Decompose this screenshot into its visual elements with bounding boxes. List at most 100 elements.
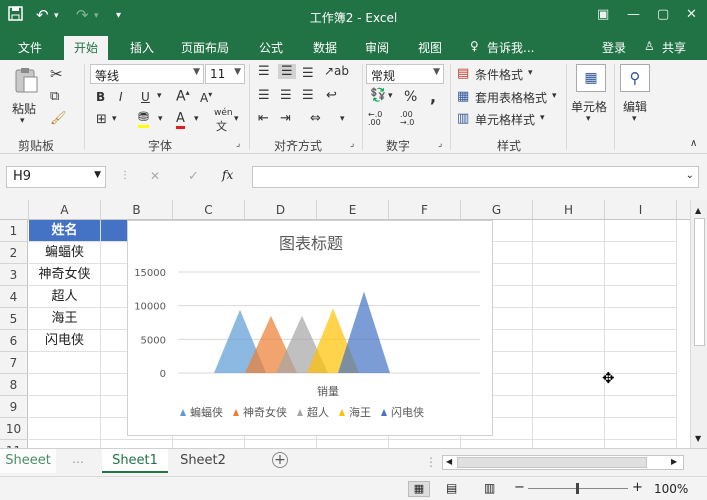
font-color-dropdown-icon[interactable]: ▾: [194, 114, 199, 124]
comma-style-button[interactable]: ,: [430, 87, 436, 106]
tab-view[interactable]: 视图: [418, 39, 442, 56]
row-header[interactable]: 8: [0, 374, 28, 396]
format-as-table-icon[interactable]: ▦: [457, 89, 469, 104]
editing-button[interactable]: 编辑: [623, 98, 647, 115]
row-header[interactable]: 5: [0, 308, 28, 330]
table-cell[interactable]: 蝙蝠侠: [29, 242, 101, 264]
add-sheet-icon[interactable]: +: [272, 452, 288, 468]
align-middle-icon[interactable]: ☰: [278, 64, 296, 79]
increase-indent-icon[interactable]: ⇥: [280, 111, 291, 126]
zoom-level[interactable]: 100%: [654, 482, 688, 496]
empty-cell[interactable]: [605, 264, 677, 286]
empty-cell[interactable]: [29, 374, 101, 396]
bold-button[interactable]: B: [96, 90, 105, 104]
copy-icon[interactable]: ⧉: [50, 89, 59, 104]
decrease-decimal-icon[interactable]: .00 →.0: [400, 111, 414, 127]
cut-icon[interactable]: ✂: [50, 65, 63, 83]
minimize-icon[interactable]: —: [627, 7, 640, 22]
empty-cell[interactable]: [245, 440, 317, 448]
tab-insert[interactable]: 插入: [130, 39, 154, 56]
scroll-thumb[interactable]: [457, 457, 647, 468]
collapse-ribbon-icon[interactable]: ∧: [690, 138, 697, 149]
scroll-down-icon[interactable]: ▼: [695, 434, 701, 443]
row-header[interactable]: 6: [0, 330, 28, 352]
tab-review[interactable]: 审阅: [365, 39, 389, 56]
italic-button[interactable]: I: [119, 90, 123, 104]
column-header[interactable]: B: [101, 200, 173, 220]
legend-label[interactable]: 蝙蝠侠: [190, 405, 223, 419]
tell-me-search[interactable]: 告诉我...: [487, 39, 534, 56]
empty-cell[interactable]: [29, 396, 101, 418]
sheet-tab-2[interactable]: Sheet2: [170, 449, 236, 473]
row-header[interactable]: 11: [0, 440, 28, 448]
cell-styles-icon[interactable]: ▥: [457, 111, 469, 126]
row-header[interactable]: 4: [0, 286, 28, 308]
underline-button[interactable]: U: [141, 90, 150, 104]
decrease-indent-icon[interactable]: ⇤: [258, 111, 269, 126]
number-format-dropdown[interactable]: 常规 ▼: [366, 64, 444, 84]
table-cell[interactable]: 超人: [29, 286, 101, 308]
page-layout-view-icon[interactable]: ▤: [446, 481, 457, 495]
accounting-dropdown-icon[interactable]: ▾: [388, 91, 393, 101]
name-box[interactable]: H9 ▼: [6, 166, 106, 188]
column-header[interactable]: C: [173, 200, 245, 220]
font-color-icon[interactable]: A: [176, 111, 185, 129]
chart-title[interactable]: 图表标题: [279, 234, 343, 253]
fill-color-icon[interactable]: ⛃: [138, 110, 149, 128]
empty-cell[interactable]: [533, 396, 605, 418]
legend-label[interactable]: 超人: [307, 405, 329, 419]
close-icon[interactable]: ✕: [686, 7, 697, 22]
empty-cell[interactable]: [317, 440, 389, 448]
empty-cell[interactable]: [533, 264, 605, 286]
underline-dropdown-icon[interactable]: ▾: [157, 91, 162, 101]
orientation-icon[interactable]: ↗ab: [324, 64, 349, 78]
search-icon[interactable]: ⚲: [620, 64, 650, 92]
legend-label[interactable]: 神奇女侠: [243, 405, 287, 419]
row-header[interactable]: 1: [0, 220, 28, 242]
accounting-format-icon[interactable]: 💱: [370, 88, 386, 103]
scroll-thumb[interactable]: [694, 218, 705, 346]
wrap-text-icon[interactable]: ↩: [326, 88, 337, 103]
tab-file[interactable]: 文件: [18, 39, 42, 56]
empty-cell[interactable]: [533, 352, 605, 374]
empty-cell[interactable]: [605, 330, 677, 352]
empty-cell[interactable]: [29, 418, 101, 440]
empty-cell[interactable]: [605, 396, 677, 418]
normal-view-icon[interactable]: ▦: [408, 481, 430, 497]
page-break-view-icon[interactable]: ▥: [484, 481, 495, 495]
maximize-icon[interactable]: ▢: [657, 7, 669, 22]
x-axis-title[interactable]: 销量: [317, 384, 339, 398]
scroll-up-icon[interactable]: ▲: [695, 206, 701, 215]
tab-home[interactable]: 开始: [64, 36, 109, 60]
cells-icon[interactable]: ▦: [576, 64, 606, 92]
row-header[interactable]: 3: [0, 264, 28, 286]
percent-button[interactable]: %: [404, 89, 417, 105]
empty-cell[interactable]: [605, 440, 677, 448]
enter-icon[interactable]: ✓: [188, 169, 199, 184]
empty-cell[interactable]: [533, 418, 605, 440]
align-left-icon[interactable]: ☰: [258, 88, 270, 103]
formula-input[interactable]: ⌄: [252, 166, 699, 188]
empty-cell[interactable]: [533, 286, 605, 308]
empty-cell[interactable]: [29, 352, 101, 374]
empty-cell[interactable]: [173, 440, 245, 448]
align-right-icon[interactable]: ☰: [302, 88, 314, 103]
zoom-out-button[interactable]: −: [514, 480, 525, 495]
expand-formula-icon[interactable]: ⌄: [686, 170, 694, 181]
empty-cell[interactable]: [533, 440, 605, 448]
login-link[interactable]: 登录: [602, 39, 626, 56]
cells-button[interactable]: 单元格: [571, 98, 607, 115]
empty-cell[interactable]: [605, 352, 677, 374]
horizontal-scrollbar[interactable]: ◀ ▶: [442, 455, 684, 470]
header-cell[interactable]: 姓名: [29, 220, 101, 242]
paste-icon[interactable]: [12, 66, 40, 97]
align-top-icon[interactable]: ☰: [258, 64, 270, 79]
legend-label[interactable]: 海王: [349, 405, 371, 419]
paste-button[interactable]: 粘贴: [12, 100, 36, 117]
vertical-scrollbar[interactable]: ▲ ▼: [690, 200, 707, 448]
tab-formulas[interactable]: 公式: [259, 39, 283, 56]
empty-cell[interactable]: [605, 374, 677, 396]
format-as-table-button[interactable]: 套用表格格式: [475, 89, 547, 106]
column-header[interactable]: [677, 200, 690, 220]
merge-center-icon[interactable]: ⇔: [310, 111, 321, 126]
